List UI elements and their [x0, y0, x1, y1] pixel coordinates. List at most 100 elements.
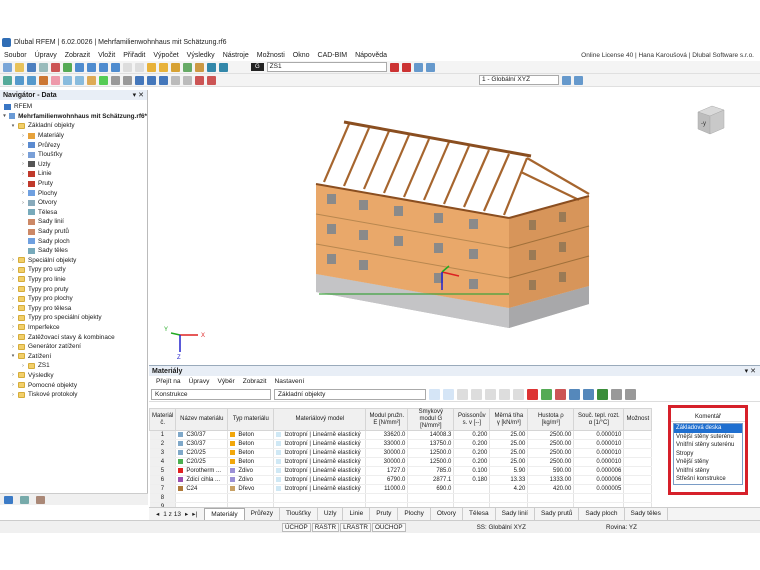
view-top-icon[interactable] — [99, 62, 108, 72]
cell-options[interactable] — [623, 430, 653, 440]
cell-rho[interactable] — [527, 493, 575, 503]
col-model[interactable]: Materiálový model — [273, 408, 367, 431]
tree-item[interactable]: › Typy pro tělesa — [0, 303, 147, 313]
tree-item[interactable]: › Speciální objekty — [0, 256, 147, 266]
sheet-tab[interactable]: Plochy — [398, 508, 431, 520]
comment-dropdown[interactable]: Základová deska Vnější stěny suterénu Vnit… — [673, 423, 743, 485]
expand-icon[interactable]: › — [10, 392, 16, 398]
cell-G[interactable]: 12500.0 — [407, 457, 455, 467]
table-row[interactable]: 5 Porotherm ... Zdivo Izotropní | Lineárně … — [149, 466, 653, 476]
cell-G[interactable]: 12500.0 — [407, 448, 455, 458]
dimension-icon[interactable] — [123, 75, 132, 85]
cell-E[interactable] — [365, 493, 409, 503]
table-row[interactable]: 2 C30/37 Beton Izotropní | Lineárně elastic… — [149, 439, 653, 449]
cell-gamma[interactable] — [489, 493, 529, 503]
sheet-tab[interactable]: Sady linií — [496, 508, 535, 520]
table-row[interactable]: 4 C20/25 Beton Izotropní | Lineárně elastic… — [149, 457, 653, 467]
sheet-tab[interactable]: Sady těles — [625, 508, 668, 520]
view-settings-icon[interactable] — [574, 75, 583, 85]
prev-page-button[interactable]: ◂ — [154, 510, 161, 518]
load-case-select[interactable]: ZS1 — [266, 62, 387, 72]
cell-no[interactable]: 3 — [149, 448, 177, 458]
table-view-icon[interactable] — [457, 388, 468, 400]
cell-E[interactable]: 11000.0 — [365, 484, 409, 494]
sheet-tab[interactable]: Materiály — [204, 508, 245, 520]
cell-options[interactable] — [623, 484, 653, 494]
cell-no[interactable]: 4 — [149, 457, 177, 467]
cell-gamma[interactable]: 5.90 — [489, 466, 529, 476]
materials-controls[interactable]: ▾ ✕ — [745, 367, 760, 375]
menu-okno[interactable]: Okno — [289, 52, 314, 59]
tree-item[interactable]: › Zatěžovací stavy & kombinace — [0, 332, 147, 342]
cell-gamma[interactable]: 13.33 — [489, 475, 529, 485]
cell-name[interactable]: C24 — [175, 484, 229, 494]
sheet-tab[interactable]: Sady ploch — [579, 508, 625, 520]
cell-nu[interactable]: 0.200 — [453, 457, 491, 467]
view-side-icon[interactable] — [87, 62, 96, 72]
cell-type[interactable]: Dřevo — [227, 484, 275, 494]
comment-option[interactable]: Vnější stěny — [674, 458, 742, 467]
menu-nastaveni[interactable]: Nastavení — [271, 378, 309, 385]
cell-alpha[interactable]: 0.000005 — [573, 484, 625, 494]
cell-name[interactable]: Porotherm ... — [175, 466, 229, 476]
tree-item[interactable]: Sady těles — [0, 246, 147, 256]
expand-icon[interactable]: › — [10, 296, 16, 302]
tree-item[interactable]: ▾ Zatížení — [0, 351, 147, 361]
cell-options[interactable] — [623, 457, 653, 467]
cell-nu[interactable] — [453, 484, 491, 494]
results-icon[interactable] — [159, 62, 168, 72]
tree-item[interactable]: › Průřezy — [0, 140, 147, 150]
col-alpha[interactable]: Souč. tepl. rozt. α [1/°C] — [573, 408, 625, 431]
menu-napoveda[interactable]: Nápověda — [351, 52, 391, 59]
cell-alpha[interactable]: 0.000010 — [573, 448, 625, 458]
expand-icon[interactable]: › — [20, 142, 26, 148]
new-file-icon[interactable] — [3, 62, 12, 72]
cell-model[interactable]: Izotropní | Lineárně elastický — [273, 430, 367, 440]
cell-name[interactable]: Zdicí cihla ... — [175, 475, 229, 485]
menu-prejit-na[interactable]: Přejít na — [152, 378, 185, 385]
expand-icon[interactable]: › — [20, 363, 26, 369]
cell-G[interactable]: 690.0 — [407, 484, 455, 494]
cell-nu[interactable] — [453, 493, 491, 503]
tree-item[interactable]: › Linie — [0, 169, 147, 179]
cell-type[interactable]: Beton — [227, 448, 275, 458]
expand-icon[interactable]: › — [10, 315, 16, 321]
menu-zobrazit[interactable]: Zobrazit — [61, 52, 94, 59]
comment-option[interactable]: Vnější stěny suterénu — [674, 433, 742, 442]
tree-item[interactable]: › Pruty — [0, 179, 147, 189]
tree-item[interactable]: › Materiály — [0, 131, 147, 141]
table-row[interactable]: 7 C24 Dřevo Izotropní | Lineárně elastický 1… — [149, 484, 653, 494]
col-no[interactable]: Materiál č. — [148, 408, 177, 431]
tree-item[interactable]: › Typy pro speciální objekty — [0, 313, 147, 323]
cell-G[interactable]: 2877.1 — [407, 475, 455, 485]
cell-alpha[interactable]: 0.000010 — [573, 430, 625, 440]
cell-type[interactable]: Beton — [227, 439, 275, 449]
cell-rho[interactable]: 2500.00 — [527, 448, 575, 458]
rotate-icon[interactable] — [159, 75, 168, 85]
cell-name[interactable]: C30/37 — [175, 439, 229, 449]
cell-E[interactable]: 33620.0 — [365, 430, 409, 440]
cell-nu[interactable]: 0.180 — [453, 475, 491, 485]
layout-icon[interactable] — [135, 62, 144, 72]
cell-options[interactable] — [623, 466, 653, 476]
lgrid-toggle[interactable]: LRASTR — [340, 522, 371, 532]
col-e[interactable]: Modul pružn. E [N/mm²] — [365, 408, 409, 431]
wireframe-icon[interactable] — [183, 75, 192, 85]
cell-E[interactable]: 30000.0 — [365, 457, 409, 467]
view-cube[interactable]: -y — [696, 104, 726, 136]
display-tab-icon[interactable] — [20, 495, 29, 504]
col-nu[interactable]: Poissonův s. v [--] — [453, 408, 491, 431]
menu-priradit[interactable]: Přiřadit — [119, 52, 149, 59]
sheet-tab[interactable]: Tělesa — [463, 508, 496, 520]
check-icon[interactable] — [183, 62, 192, 72]
cell-alpha[interactable] — [573, 493, 625, 503]
tree-item[interactable]: › Tiskové protokoly — [0, 390, 147, 400]
cell-no[interactable]: 2 — [149, 439, 177, 449]
snap-toggle[interactable]: ÚCHOP — [282, 522, 311, 532]
last-page-button[interactable]: ▸| — [190, 510, 199, 518]
pick-icon[interactable] — [443, 388, 454, 400]
calc-icon[interactable] — [147, 62, 156, 72]
cell-alpha[interactable]: 0.000010 — [573, 457, 625, 467]
collapse-icon[interactable]: ▾ — [2, 113, 7, 119]
opening-tool-icon[interactable] — [63, 75, 72, 85]
